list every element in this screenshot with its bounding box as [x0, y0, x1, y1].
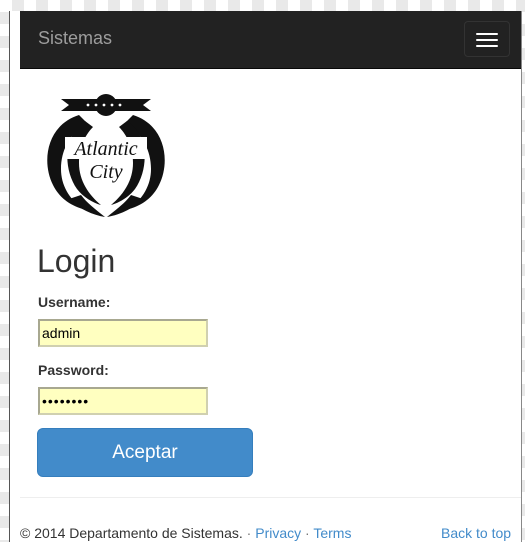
atlantic-city-logo: Atlantic City [47, 94, 165, 217]
back-to-top-link[interactable]: Back to top [441, 525, 511, 541]
username-field[interactable] [38, 319, 208, 347]
login-heading: Login [37, 243, 116, 279]
logo-text-city: City [89, 161, 122, 183]
footer-separator: · [242, 525, 256, 541]
navbar: Sistemas [20, 11, 521, 69]
navbar-toggle-button[interactable] [464, 21, 510, 57]
hamburger-icon-bar [476, 39, 498, 41]
logo-text-atlantic: Atlantic [72, 138, 137, 160]
submit-button[interactable]: Aceptar [37, 428, 253, 477]
navbar-brand[interactable]: Sistemas [38, 28, 112, 49]
footer: © 2014 Departamento de Sistemas. · Priva… [20, 525, 351, 541]
terms-link[interactable]: Terms [313, 525, 351, 541]
password-label: Password: [38, 362, 109, 378]
footer-separator: · [301, 525, 314, 541]
password-field[interactable] [38, 387, 208, 415]
footer-divider [20, 497, 521, 498]
hamburger-icon-bar [476, 33, 498, 35]
username-label: Username: [38, 294, 111, 310]
browser-window: Sistemas Atlantic City Login Username: P… [9, 11, 522, 542]
privacy-link[interactable]: Privacy [255, 525, 301, 541]
copyright-text: © 2014 Departamento de Sistemas. [20, 525, 243, 541]
hamburger-icon-bar [476, 45, 498, 47]
